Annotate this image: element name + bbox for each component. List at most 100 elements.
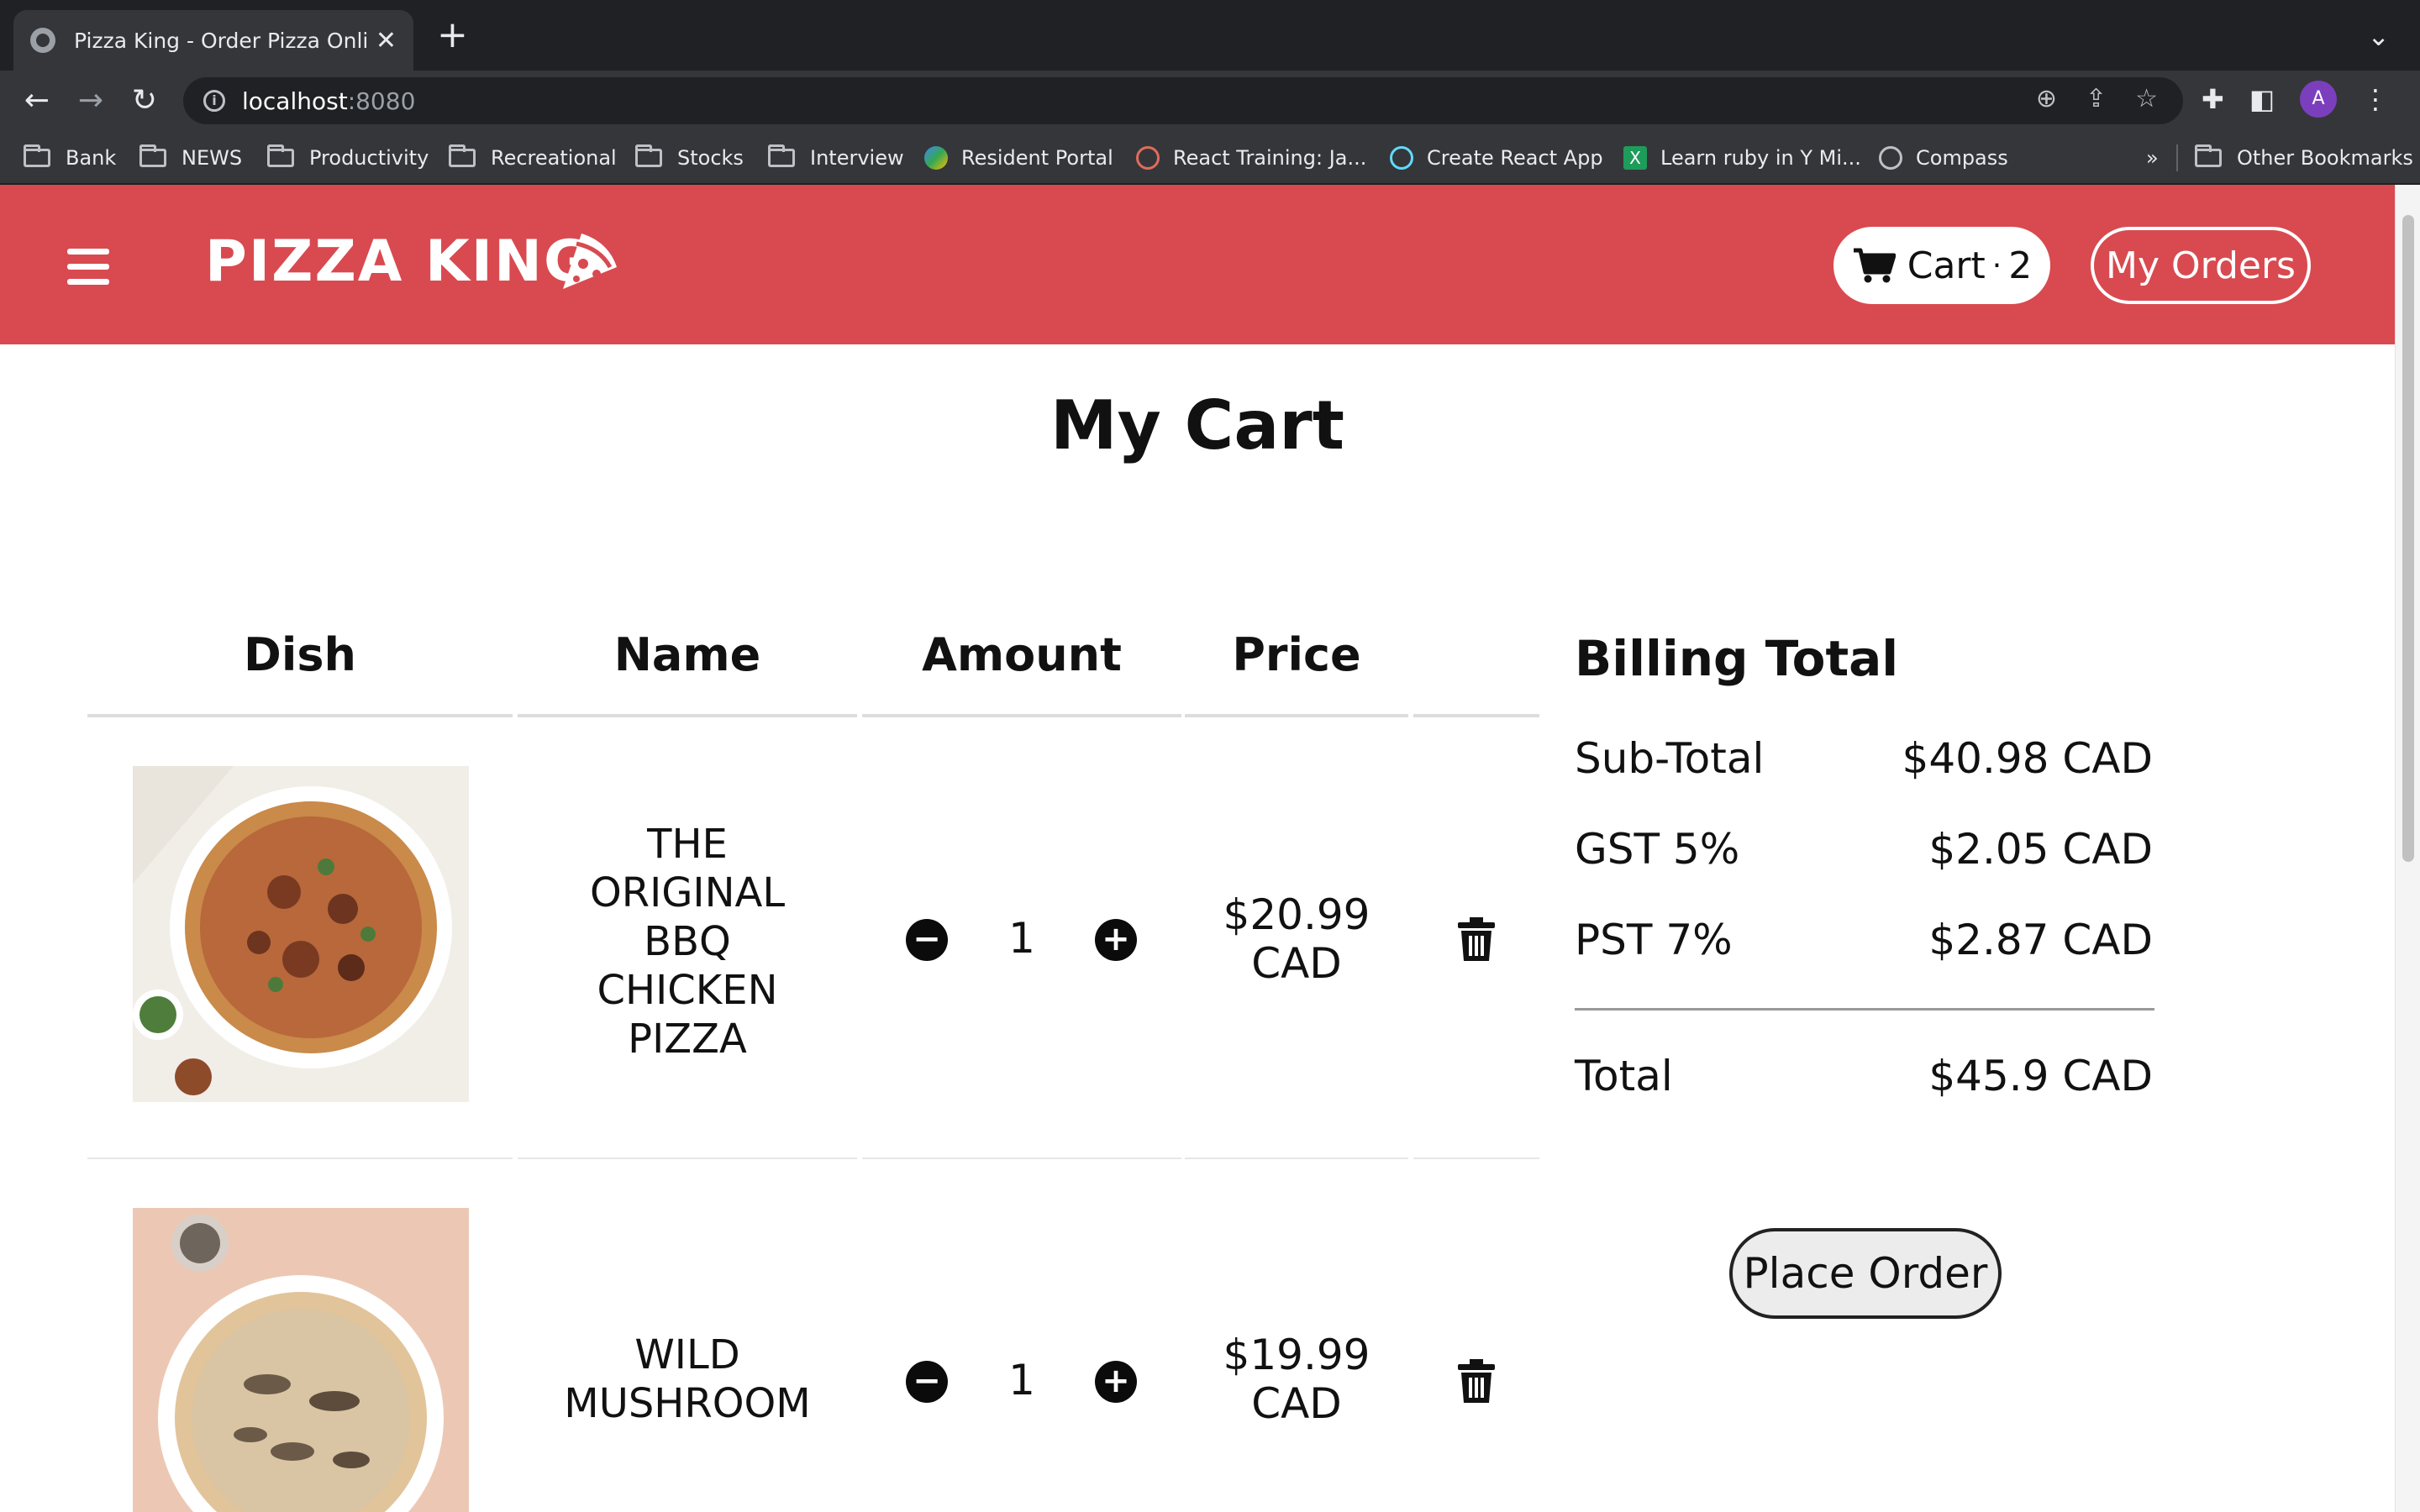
trash-icon[interactable]	[1458, 1359, 1495, 1403]
increase-quantity-button[interactable]: +	[1095, 1361, 1137, 1403]
site-info-icon[interactable]: i	[203, 90, 225, 112]
bookmarks-overflow-button[interactable]: »	[2146, 146, 2159, 170]
billing-divider	[1575, 1008, 2154, 1011]
bookmark-compass[interactable]: Compass	[1879, 146, 2008, 170]
scrollbar-thumb[interactable]	[2402, 215, 2414, 862]
item-name: WILD MUSHROOM	[518, 1331, 857, 1428]
zoom-icon[interactable]: ⊕	[2036, 84, 2057, 113]
my-orders-button[interactable]: My Orders	[2091, 227, 2311, 304]
bookmark-star-icon[interactable]: ☆	[2135, 84, 2158, 113]
forward-arrow-icon[interactable]: →	[71, 81, 111, 121]
back-arrow-icon[interactable]: ←	[17, 81, 57, 121]
bookmark-learn-ruby[interactable]: X Learn ruby in Y Mi...	[1623, 146, 1861, 170]
browser-toolbar: ← → ↻ i localhost :8080 ⊕ ⇪ ☆ ✚ ◧ A ⋮	[0, 71, 2420, 131]
eye-icon	[1136, 146, 1160, 170]
folder-icon	[2195, 144, 2222, 167]
browser-tab-bar: Pizza King - Order Pizza Online ✕ + ⌄	[0, 0, 2420, 71]
close-tab-icon[interactable]: ✕	[376, 26, 397, 55]
row-divider	[87, 1158, 513, 1159]
header-divider	[87, 714, 513, 717]
bookmark-label: Productivity	[309, 146, 429, 170]
site-header: PIZZA KING Cart · 2 My Orders	[0, 185, 2395, 344]
bookmark-interview[interactable]: Interview	[768, 144, 904, 170]
item-name-line: PIZZA	[628, 1016, 747, 1063]
item-name: THE ORIGINAL BBQ CHICKEN PIZZA	[518, 820, 857, 1063]
tab-search-chevron-icon[interactable]: ⌄	[2367, 20, 2390, 52]
new-tab-button[interactable]: +	[437, 17, 468, 54]
react-icon	[1390, 146, 1413, 170]
hamburger-menu-icon[interactable]	[67, 249, 109, 294]
item-name-line: WILD	[634, 1331, 740, 1378]
bookmark-other[interactable]: Other Bookmarks	[2195, 144, 2413, 170]
site-logo[interactable]: PIZZA KING	[205, 228, 592, 295]
decrease-quantity-button[interactable]: −	[906, 919, 948, 961]
compass-icon	[1879, 146, 1902, 170]
item-price: $20.99 CAD	[1183, 890, 1410, 988]
cart-button[interactable]: Cart · 2	[1833, 227, 2050, 304]
bookmarks-bar: Bank NEWS Productivity Recreational Stoc…	[0, 131, 2420, 185]
dish-image-wild-mushroom	[133, 1208, 469, 1512]
side-panel-icon[interactable]: ◧	[2249, 83, 2275, 115]
bookmark-productivity[interactable]: Productivity	[267, 144, 429, 170]
increase-quantity-button[interactable]: +	[1095, 919, 1137, 961]
subtotal-label: Sub-Total	[1575, 734, 1765, 783]
globe-icon	[30, 28, 55, 53]
bookmark-label: NEWS	[182, 146, 243, 170]
place-order-button[interactable]: Place Order	[1729, 1228, 2002, 1319]
decrease-quantity-button[interactable]: −	[906, 1361, 948, 1403]
item-price-amount: $19.99	[1223, 1331, 1370, 1379]
column-header-dish: Dish	[244, 628, 356, 681]
header-divider	[862, 714, 1181, 717]
pst-value: $2.87 CAD	[1928, 916, 2153, 964]
bookmark-bank[interactable]: Bank	[24, 144, 117, 170]
dish-image-bbq-chicken	[133, 766, 469, 1102]
bookmark-label: Interview	[810, 146, 904, 170]
share-icon[interactable]: ⇪	[2086, 84, 2107, 113]
page-scrollbar[interactable]	[2395, 185, 2420, 1512]
item-name-line: ORIGINAL	[589, 869, 786, 916]
bookmark-label: Create React App	[1427, 146, 1603, 170]
bookmark-label: Bank	[66, 146, 117, 170]
folder-icon	[635, 144, 662, 167]
browser-tab[interactable]: Pizza King - Order Pizza Online ✕	[13, 10, 413, 71]
folder-icon	[768, 144, 795, 167]
drive-icon	[924, 146, 948, 170]
bookmark-stocks[interactable]: Stocks	[635, 144, 744, 170]
subtotal-value: $40.98 CAD	[1902, 734, 2153, 783]
item-price: $19.99 CAD	[1183, 1331, 1410, 1428]
bookmark-react-training[interactable]: React Training: Ja...	[1136, 146, 1366, 170]
header-divider	[1185, 714, 1408, 717]
bookmark-label: Recreational	[491, 146, 617, 170]
bookmark-news[interactable]: NEWS	[139, 144, 243, 170]
folder-icon	[24, 144, 50, 167]
billing-title: Billing Total	[1575, 630, 1899, 687]
column-header-amount: Amount	[922, 628, 1122, 681]
bookmark-create-react-app[interactable]: Create React App	[1390, 146, 1603, 170]
bookmarks-divider	[2176, 144, 2178, 171]
item-name-line: CHICKEN	[597, 967, 778, 1014]
bookmark-resident-portal[interactable]: Resident Portal	[924, 146, 1113, 170]
reload-icon[interactable]: ↻	[124, 81, 165, 121]
url-port: :8080	[347, 87, 416, 115]
pizza-slice-icon	[563, 234, 617, 289]
shopping-cart-icon	[1853, 248, 1896, 283]
bookmark-label: Stocks	[677, 146, 744, 170]
bookmark-label: Resident Portal	[961, 146, 1113, 170]
gst-label: GST 5%	[1575, 825, 1740, 874]
bookmark-label: Other Bookmarks	[2237, 146, 2413, 170]
header-divider	[1413, 714, 1539, 717]
gst-value: $2.05 CAD	[1928, 825, 2153, 874]
address-bar[interactable]: i localhost :8080 ⊕ ⇪ ☆	[183, 77, 2183, 124]
trash-icon[interactable]	[1458, 917, 1495, 961]
item-name-line: BBQ	[644, 918, 731, 965]
item-name-line: MUSHROOM	[564, 1380, 811, 1427]
url-host: localhost	[242, 87, 348, 115]
bookmark-label: Compass	[1916, 146, 2008, 170]
bookmark-recreational[interactable]: Recreational	[449, 144, 617, 170]
cart-count: 2	[2008, 244, 2033, 287]
item-price-currency: CAD	[1251, 1379, 1342, 1428]
browser-menu-icon[interactable]: ⋮	[2362, 83, 2389, 115]
extensions-puzzle-icon[interactable]: ✚	[2202, 83, 2224, 115]
profile-avatar[interactable]: A	[2300, 81, 2338, 118]
bookmark-label: Learn ruby in Y Mi...	[1660, 146, 1861, 170]
